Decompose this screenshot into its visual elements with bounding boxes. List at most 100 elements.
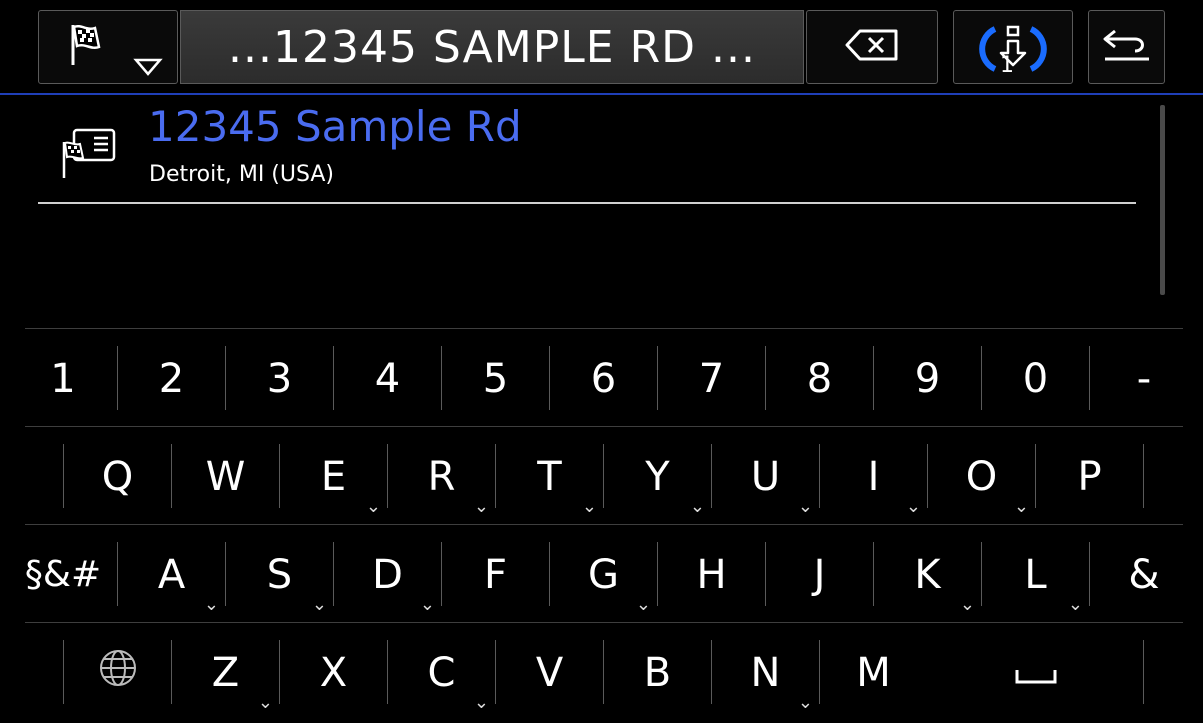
key-label: D xyxy=(372,551,403,598)
key-label: 4 xyxy=(374,355,401,402)
key-x[interactable]: X xyxy=(280,624,387,721)
accent-chevron-icon: ⌄ xyxy=(1013,496,1029,517)
key-k[interactable]: K ⌄ xyxy=(874,526,981,623)
destination-type-button[interactable] xyxy=(38,10,178,84)
result-subtitle: Detroit, MI (USA) xyxy=(149,162,335,187)
header-divider xyxy=(0,93,1203,95)
key-label: Z xyxy=(211,649,240,696)
key-h[interactable]: H xyxy=(658,526,765,623)
key-symbols[interactable]: §&# xyxy=(9,526,117,623)
result-title: 12345 Sample Rd xyxy=(148,102,522,151)
key-l[interactable]: L ⌄ xyxy=(982,526,1089,623)
key-hyphen[interactable]: - xyxy=(1090,330,1198,427)
key-8[interactable]: 8 xyxy=(766,330,873,427)
key-label: S xyxy=(266,551,293,598)
accent-chevron-icon: ⌄ xyxy=(311,594,327,615)
accent-chevron-icon: ⌄ xyxy=(473,496,489,517)
key-label: N xyxy=(750,649,781,696)
key-ampersand[interactable]: & xyxy=(1090,526,1198,623)
key-9[interactable]: 9 xyxy=(874,330,981,427)
accent-chevron-icon: ⌄ xyxy=(797,692,813,713)
accent-chevron-icon: ⌄ xyxy=(1067,594,1083,615)
backspace-icon xyxy=(844,28,900,66)
key-g[interactable]: G ⌄ xyxy=(550,526,657,623)
key-label: F xyxy=(483,551,507,598)
key-space[interactable] xyxy=(928,624,1143,721)
key-label: X xyxy=(319,649,348,696)
search-input-text: ...12345 SAMPLE RD ... xyxy=(228,21,756,73)
key-label: V xyxy=(535,649,564,696)
accent-chevron-icon: ⌄ xyxy=(797,496,813,517)
key-separator xyxy=(1143,640,1144,704)
key-5[interactable]: 5 xyxy=(442,330,549,427)
key-label: 8 xyxy=(806,355,833,402)
back-button[interactable] xyxy=(1088,10,1165,84)
key-p[interactable]: P xyxy=(1036,428,1143,525)
destination-flag-icon xyxy=(69,23,105,71)
key-label: Q xyxy=(101,453,134,500)
key-label: - xyxy=(1136,355,1152,402)
key-s[interactable]: S ⌄ xyxy=(226,526,333,623)
key-e[interactable]: E ⌄ xyxy=(280,428,387,525)
dropdown-triangle-icon xyxy=(133,57,163,81)
key-label: J xyxy=(813,551,826,598)
download-count: 1 xyxy=(1000,53,1014,78)
key-j[interactable]: J xyxy=(766,526,873,623)
key-label: 7 xyxy=(698,355,725,402)
key-label: 6 xyxy=(590,355,617,402)
space-icon xyxy=(1014,650,1058,696)
key-t[interactable]: T ⌄ xyxy=(496,428,603,525)
key-label: §&# xyxy=(24,554,102,595)
key-c[interactable]: C ⌄ xyxy=(388,624,495,721)
key-i[interactable]: I ⌄ xyxy=(820,428,927,525)
download-icon: 1 xyxy=(973,15,1053,79)
key-language[interactable] xyxy=(64,624,171,721)
key-2[interactable]: 2 xyxy=(118,330,225,427)
key-n[interactable]: N ⌄ xyxy=(712,624,819,721)
key-label: Y xyxy=(645,453,670,500)
key-label: & xyxy=(1128,551,1160,598)
key-0[interactable]: 0 xyxy=(982,330,1089,427)
key-b[interactable]: B xyxy=(604,624,711,721)
accent-chevron-icon: ⌄ xyxy=(365,496,381,517)
result-item[interactable]: 12345 Sample Rd Detroit, MI (USA) xyxy=(38,100,1138,203)
key-v[interactable]: V xyxy=(496,624,603,721)
key-7[interactable]: 7 xyxy=(658,330,765,427)
key-a[interactable]: A ⌄ xyxy=(118,526,225,623)
accent-chevron-icon: ⌄ xyxy=(419,594,435,615)
key-4[interactable]: 4 xyxy=(334,330,441,427)
key-label: A xyxy=(157,551,186,598)
search-input[interactable]: ...12345 SAMPLE RD ... xyxy=(180,10,804,84)
key-u[interactable]: U ⌄ xyxy=(712,428,819,525)
key-label: P xyxy=(1077,453,1102,500)
key-y[interactable]: Y ⌄ xyxy=(604,428,711,525)
key-label: 1 xyxy=(50,355,76,402)
key-m[interactable]: M xyxy=(820,624,927,721)
key-1[interactable]: 1 xyxy=(9,330,117,427)
key-6[interactable]: 6 xyxy=(550,330,657,427)
key-label: B xyxy=(643,649,672,696)
key-f[interactable]: F xyxy=(442,526,549,623)
key-label: C xyxy=(427,649,456,696)
key-r[interactable]: R ⌄ xyxy=(388,428,495,525)
key-label: G xyxy=(588,551,619,598)
download-button[interactable]: 1 xyxy=(953,10,1073,84)
key-label: U xyxy=(750,453,781,500)
backspace-button[interactable] xyxy=(806,10,938,84)
key-w[interactable]: W xyxy=(172,428,279,525)
accent-chevron-icon: ⌄ xyxy=(473,692,489,713)
accent-chevron-icon: ⌄ xyxy=(635,594,651,615)
key-3[interactable]: 3 xyxy=(226,330,333,427)
key-separator xyxy=(1143,444,1144,508)
key-label: R xyxy=(427,453,456,500)
key-d[interactable]: D ⌄ xyxy=(334,526,441,623)
accent-chevron-icon: ⌄ xyxy=(959,594,975,615)
key-label: K xyxy=(914,551,941,598)
results-scrollbar[interactable] xyxy=(1160,105,1165,295)
key-q[interactable]: Q xyxy=(64,428,171,525)
accent-chevron-icon: ⌄ xyxy=(689,496,705,517)
key-label: M xyxy=(856,649,891,696)
key-o[interactable]: O ⌄ xyxy=(928,428,1035,525)
key-z[interactable]: Z ⌄ xyxy=(172,624,279,721)
top-bar: ...12345 SAMPLE RD ... 1 xyxy=(0,0,1203,94)
